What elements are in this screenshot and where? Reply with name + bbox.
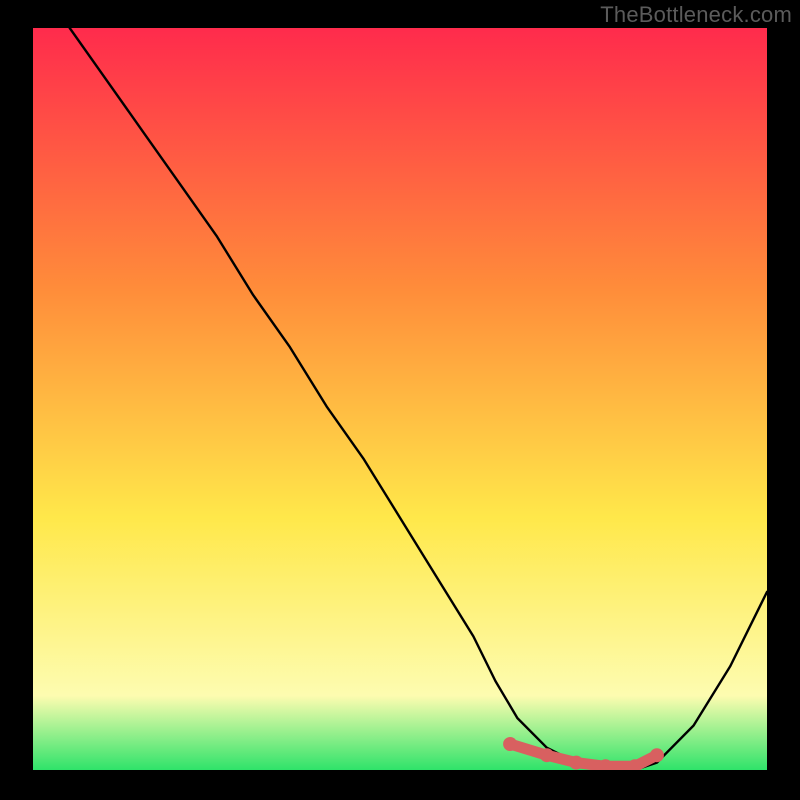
flat-zone-marker (503, 737, 517, 751)
chart-frame: TheBottleneck.com (0, 0, 800, 800)
flat-zone-marker (540, 748, 554, 762)
watermark-text: TheBottleneck.com (600, 2, 792, 28)
plot-area (33, 28, 767, 770)
flat-zone-marker (650, 748, 664, 762)
gradient-background (33, 28, 767, 770)
flat-zone-marker (569, 756, 583, 770)
plot-svg (33, 28, 767, 770)
